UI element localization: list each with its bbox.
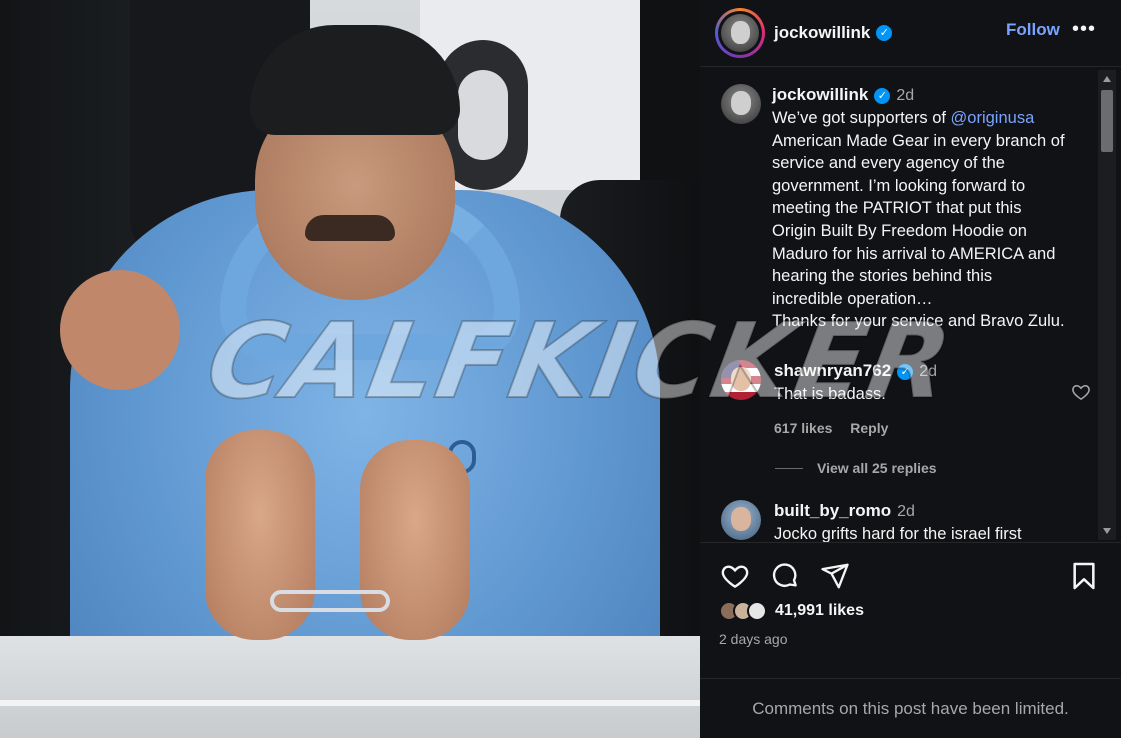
- comment-age[interactable]: 2d: [897, 503, 915, 520]
- follow-button[interactable]: Follow: [1006, 20, 1060, 40]
- comments-section[interactable]: jockowillink ✓ 2d We’ve got supporters of …: [700, 68, 1121, 542]
- hand-on-shoulder: [60, 270, 180, 390]
- scroll-up-arrow[interactable]: [1103, 76, 1111, 82]
- post-panel: jockowillink ✓ Follow ••• jockowillink ✓ 2…: [700, 0, 1121, 738]
- caption-avatar[interactable]: [721, 84, 761, 124]
- more-icon[interactable]: •••: [1072, 18, 1096, 41]
- verified-icon: ✓: [876, 25, 893, 41]
- handcuffs: [270, 590, 390, 612]
- scroll-down-arrow[interactable]: [1103, 528, 1111, 534]
- caption-age[interactable]: 2d: [896, 87, 914, 104]
- view-replies-label[interactable]: View all 25 replies: [817, 460, 937, 476]
- liker-avatar: [747, 601, 767, 621]
- reply-button[interactable]: Reply: [850, 420, 888, 436]
- comment-likes[interactable]: 617 likes: [774, 420, 832, 436]
- caption-text-part: American Made Gear in every branch of se…: [772, 131, 1065, 331]
- commenter-username[interactable]: built_by_romo: [774, 501, 891, 520]
- floor: [0, 636, 700, 738]
- story-ring[interactable]: [715, 8, 765, 58]
- caption-text-part: We’ve got supporters of: [772, 109, 951, 127]
- author-avatar[interactable]: [721, 14, 759, 52]
- bookmark-icon[interactable]: [1068, 560, 1100, 592]
- mention-link[interactable]: @originusa: [951, 109, 1035, 127]
- post-header: jockowillink ✓ Follow •••: [700, 0, 1121, 67]
- comments-limited-notice: Comments on this post have been limited.: [700, 678, 1121, 738]
- comment-item: shawnryan762 ✓ 2d That is badass. 617 like…: [721, 360, 1091, 436]
- post-image[interactable]: [0, 0, 700, 738]
- post-caption: jockowillink ✓ 2d We’ve got supporters of …: [721, 84, 1091, 333]
- author-username[interactable]: jockowillink: [774, 23, 870, 43]
- comment-icon: [772, 563, 797, 587]
- likes-summary[interactable]: 41,991 likes: [719, 601, 864, 621]
- comment-age[interactable]: 2d: [919, 363, 937, 380]
- comments-scrollbar[interactable]: [1098, 70, 1116, 540]
- background-wheel-hub: [458, 70, 508, 160]
- caption-username[interactable]: jockowillink: [772, 85, 868, 104]
- moustache: [305, 215, 395, 241]
- floor-stripe: [0, 700, 700, 706]
- post-time[interactable]: 2 days ago: [719, 631, 788, 647]
- comment-button[interactable]: [769, 560, 801, 592]
- caption-text: We’ve got supporters of @originusa Ameri…: [772, 107, 1091, 333]
- verified-icon: ✓: [874, 87, 891, 104]
- replies-divider: [775, 467, 803, 469]
- likes-count[interactable]: 41,991 likes: [775, 602, 864, 620]
- like-button[interactable]: [719, 560, 751, 592]
- commenter-avatar[interactable]: [721, 360, 761, 400]
- comment-text: Jocko grifts hard for the israel first: [774, 525, 1022, 542]
- comment-item: built_by_romo 2d Jocko grifts hard for th…: [721, 500, 1091, 542]
- share-button[interactable]: [819, 560, 851, 592]
- post-actions: 41,991 likes 2 days ago: [700, 542, 1121, 678]
- commenter-username[interactable]: shawnryan762: [774, 361, 891, 380]
- comment-text: That is badass.: [774, 385, 886, 403]
- view-replies-button[interactable]: View all 25 replies: [775, 460, 937, 476]
- heart-icon[interactable]: [1071, 382, 1091, 402]
- commenter-avatar[interactable]: [721, 500, 761, 540]
- verified-icon: ✓: [897, 363, 914, 380]
- scroll-thumb[interactable]: [1101, 90, 1113, 152]
- share-icon: [821, 563, 849, 589]
- heart-icon: [721, 565, 749, 589]
